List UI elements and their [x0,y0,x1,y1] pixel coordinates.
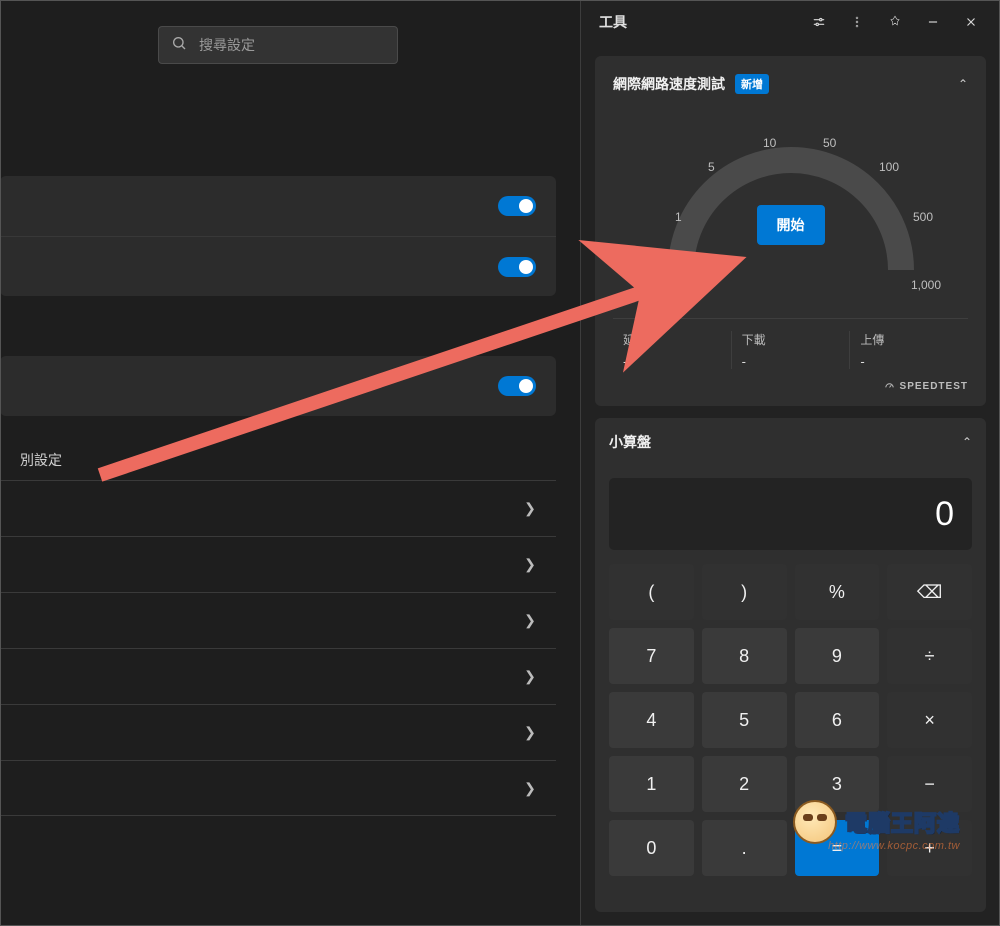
calc-key-backspace[interactable]: ⌫ [887,564,972,620]
metric-upload: 上傳 - [849,331,968,369]
search-input[interactable] [199,37,385,53]
calc-key-3[interactable]: 3 [795,756,880,812]
settings-card-single [0,356,556,416]
settings-row-toggle-2[interactable]: 動對自訂側邊欄中顯示的熱門網站進行個人化 [0,236,556,296]
calc-key-lparen[interactable]: ( [609,564,694,620]
new-badge: 新增 [735,74,769,94]
chevron-right-icon: ❯ [524,668,536,685]
search-box[interactable] [158,26,398,64]
calculator-card: 小算盤 ⌃ 0 ()%⌫ 789÷ 456× 123− 0.=+ [595,418,986,912]
chevron-right-icon: ❯ [524,556,536,573]
more-menu-icon[interactable] [842,7,872,37]
calc-key-4[interactable]: 4 [609,692,694,748]
calc-key-multiply[interactable]: × [887,692,972,748]
minimize-icon[interactable] [918,7,948,37]
gauge-tick: 1 [675,210,682,224]
section-label: 別設定 [0,440,580,480]
close-icon[interactable] [956,7,986,37]
calc-key-1[interactable]: 1 [609,756,694,812]
settings-nav-list: ❯ ❯ ❯ ❯ ❯ ❯ [0,480,556,816]
settings-row-toggle-3[interactable] [0,356,556,416]
speedtest-header: 網際網路速度測試 新增 ⌃ [613,74,968,94]
calculator-display: 0 [609,478,972,550]
toggle-switch[interactable] [498,376,536,396]
settings-nav-item[interactable]: ❯ [0,592,556,648]
chevron-right-icon: ❯ [524,500,536,517]
settings-nav-item[interactable]: ❯ [0,536,556,592]
calc-key-9[interactable]: 9 [795,628,880,684]
chevron-up-icon[interactable]: ⌃ [962,435,972,449]
speedtest-metrics: 延遲 - 下載 - 上傳 - [613,318,968,369]
settings-row-toggle-1[interactable] [0,176,556,236]
settings-nav-item[interactable]: ❯ [0,648,556,704]
calc-key-6[interactable]: 6 [795,692,880,748]
metric-label: 下載 [742,331,840,348]
gauge-small-icon [884,381,895,392]
settings-card-toggles: 動對自訂側邊欄中顯示的熱門網站進行個人化 [0,176,556,296]
gauge-tick: 100 [879,160,899,174]
speedtest-gauge: 0 1 5 10 50 100 500 1,000 開始 [613,110,968,310]
calc-key-equals[interactable]: = [795,820,880,876]
calc-key-percent[interactable]: % [795,564,880,620]
settings-nav-item[interactable]: ❯ [0,704,556,760]
gauge-tick: 5 [708,160,715,174]
settings-nav-item[interactable]: ❯ [0,760,556,816]
chevron-right-icon: ❯ [524,612,536,629]
calculator-header: 小算盤 ⌃ [609,432,972,452]
tools-title: 工具 [599,12,796,32]
calculator-keypad: ()%⌫ 789÷ 456× 123− 0.=+ [609,564,972,876]
metric-value: - [623,354,721,369]
calc-key-0[interactable]: 0 [609,820,694,876]
speedtest-brand: SPEEDTEST [613,381,968,392]
chevron-right-icon: ❯ [524,780,536,797]
gauge-tick: 1,000 [911,278,941,292]
settings-nav-item[interactable]: ❯ [0,480,556,536]
metric-value: - [860,354,958,369]
metric-latency: 延遲 - [613,331,731,369]
metric-label: 延遲 [623,331,721,348]
calc-key-8[interactable]: 8 [702,628,787,684]
calc-key-minus[interactable]: − [887,756,972,812]
toggle-switch[interactable] [498,196,536,216]
calc-key-dot[interactable]: . [702,820,787,876]
gauge-tick: 500 [913,210,933,224]
search-bar-container [0,0,580,86]
speedtest-brand-label: SPEEDTEST [900,381,968,392]
search-icon [171,35,187,56]
speedtest-title: 網際網路速度測試 [613,74,725,94]
speedtest-card: 網際網路速度測試 新增 ⌃ 0 1 5 10 50 100 500 1,000 … [595,56,986,406]
calc-key-5[interactable]: 5 [702,692,787,748]
metric-label: 上傳 [860,331,958,348]
tools-header: 工具 [581,0,1000,44]
metric-download: 下載 - [731,331,850,369]
metric-value: - [742,354,840,369]
calculator-title: 小算盤 [609,432,651,452]
tools-pane: 工具 網際網路速度測試 新增 ⌃ 0 1 5 1 [580,0,1000,926]
speedtest-start-button[interactable]: 開始 [757,205,825,245]
pin-icon[interactable] [880,7,910,37]
calc-key-7[interactable]: 7 [609,628,694,684]
settings-sliders-icon[interactable] [804,7,834,37]
chevron-right-icon: ❯ [524,724,536,741]
settings-pane: 動對自訂側邊欄中顯示的熱門網站進行個人化 別設定 ❯ ❯ ❯ [0,0,580,926]
toggle-switch[interactable] [498,257,536,277]
gauge-tick: 50 [823,136,836,150]
calc-key-2[interactable]: 2 [702,756,787,812]
settings-body: 動對自訂側邊欄中顯示的熱門網站進行個人化 別設定 ❯ ❯ ❯ [0,86,580,926]
gauge-tick: 10 [763,136,776,150]
calc-key-rparen[interactable]: ) [702,564,787,620]
gauge-tick: 0 [677,278,684,292]
calc-key-plus[interactable]: + [887,820,972,876]
chevron-up-icon[interactable]: ⌃ [958,77,968,91]
calc-key-divide[interactable]: ÷ [887,628,972,684]
